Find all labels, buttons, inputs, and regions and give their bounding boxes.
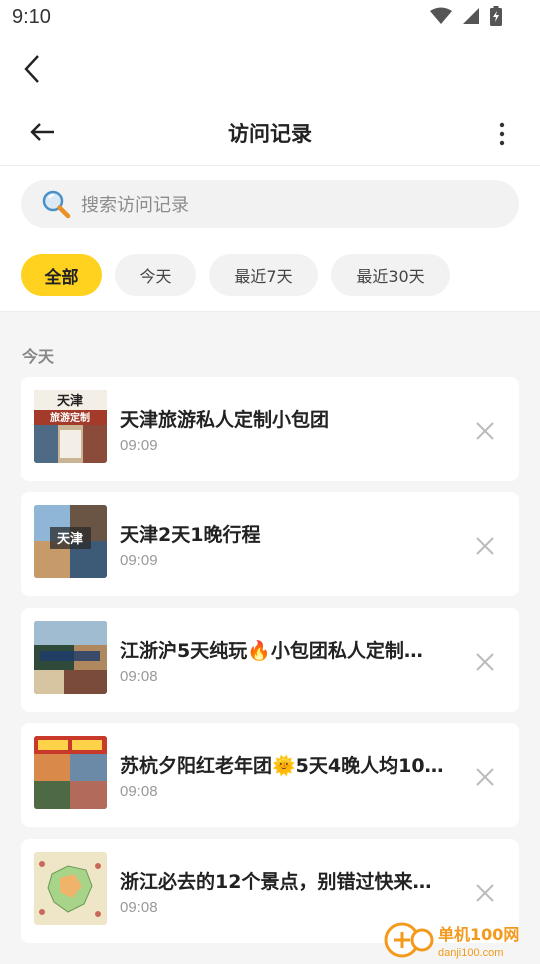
item-thumbnail: 天津 旅游定制 xyxy=(34,390,107,463)
close-icon[interactable] xyxy=(475,536,495,556)
search-input[interactable]: 搜索访问记录 xyxy=(21,180,519,228)
back-chevron-button[interactable] xyxy=(18,54,48,84)
battery-icon xyxy=(490,6,502,26)
item-title: 天津2天1晚行程 xyxy=(120,524,261,546)
status-icons xyxy=(430,6,502,26)
item-title: 浙江必去的12个景点，别错过快来… xyxy=(120,871,432,893)
watermark: 单机100网 danji100.com xyxy=(380,916,540,960)
item-title: 天津旅游私人定制小包团 xyxy=(120,409,330,431)
item-time: 09:08 xyxy=(120,783,158,800)
filter-tabs: 全部 今天 最近7天 最近30天 xyxy=(21,254,450,296)
close-icon[interactable] xyxy=(475,421,495,441)
item-title: 苏杭夕阳红老年团🌞5天4晚人均10… xyxy=(120,755,444,777)
item-thumbnail: 天津 xyxy=(34,505,107,578)
more-button[interactable] xyxy=(494,120,510,148)
watermark-url: danji100.com xyxy=(438,947,503,959)
filter-divider xyxy=(0,311,540,312)
more-vertical-icon xyxy=(499,122,505,146)
page-title: 访问记录 xyxy=(228,122,312,146)
item-thumbnail xyxy=(34,736,107,809)
item-title: 江浙沪5天纯玩🔥小包团私人定制… xyxy=(120,640,423,662)
close-icon[interactable] xyxy=(475,883,495,903)
item-thumbnail xyxy=(34,852,107,925)
tab-all[interactable]: 全部 xyxy=(21,254,102,296)
page-header: 访问记录 xyxy=(0,108,540,160)
wifi-icon xyxy=(430,7,452,24)
search-icon xyxy=(42,190,71,219)
item-time: 09:09 xyxy=(120,437,158,454)
thumb-subtitle-text: 旅游定制 xyxy=(50,411,90,424)
history-item[interactable]: 江浙沪5天纯玩🔥小包团私人定制… 09:08 xyxy=(21,608,519,712)
status-time: 9:10 xyxy=(12,6,51,28)
thumb-title-text: 天津 xyxy=(57,531,83,547)
signal-icon xyxy=(463,8,479,24)
item-time: 09:08 xyxy=(120,899,158,916)
history-item[interactable]: 天津 天津2天1晚行程 09:09 xyxy=(21,492,519,596)
item-time: 09:09 xyxy=(120,552,158,569)
item-time: 09:08 xyxy=(120,668,158,685)
tab-today[interactable]: 今天 xyxy=(115,254,196,296)
close-icon[interactable] xyxy=(475,652,495,672)
search-placeholder: 搜索访问记录 xyxy=(81,195,189,216)
watermark-brand: 单机100网 xyxy=(438,925,519,944)
history-item[interactable]: 苏杭夕阳红老年团🌞5天4晚人均10… 09:08 xyxy=(21,723,519,827)
header-divider xyxy=(0,165,540,166)
item-thumbnail xyxy=(34,621,107,694)
status-bar: 9:10 xyxy=(0,0,540,36)
section-label-today: 今天 xyxy=(22,347,55,366)
close-icon[interactable] xyxy=(475,767,495,787)
tab-last-7-days[interactable]: 最近7天 xyxy=(209,254,318,296)
history-item[interactable]: 天津 旅游定制 天津旅游私人定制小包团 09:09 xyxy=(21,377,519,481)
tab-last-30-days[interactable]: 最近30天 xyxy=(331,254,450,296)
thumb-title-text: 天津 xyxy=(57,393,83,409)
chevron-left-icon xyxy=(24,55,39,83)
